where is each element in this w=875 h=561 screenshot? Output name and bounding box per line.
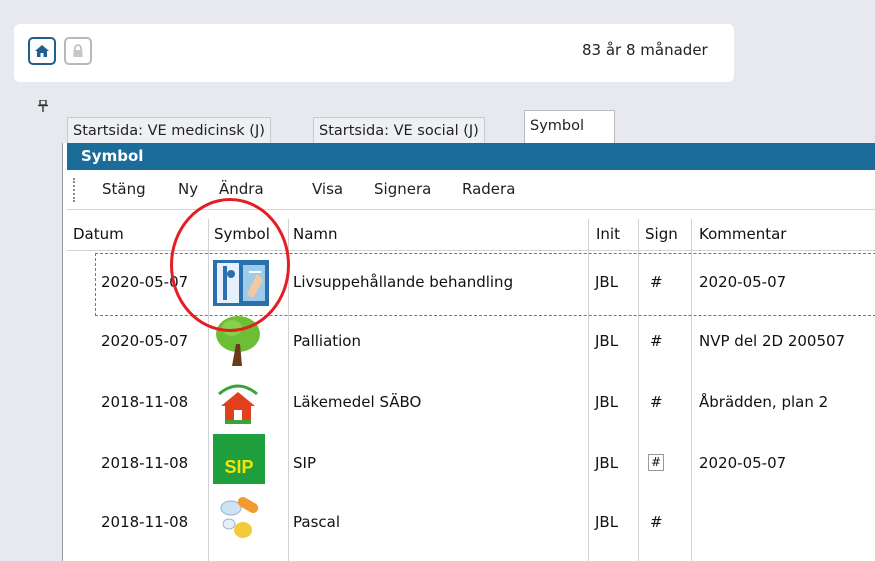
cell-init: JBL (595, 273, 619, 291)
cell-sign: # (648, 454, 665, 471)
sip-icon-text: SIP (224, 457, 254, 477)
top-bar: 83 år 8 månader (14, 24, 734, 82)
cell-name: Pascal (293, 513, 340, 531)
patient-age: 83 år 8 månader (582, 41, 708, 59)
home-icon (35, 45, 49, 57)
pills-icon (217, 494, 263, 548)
cell-sign: # (650, 513, 663, 531)
pin-icon[interactable] (38, 99, 48, 116)
cell-comment: 2020-05-07 (699, 273, 787, 291)
cell-sign: # (650, 393, 663, 411)
cell-comment: Åbrädden, plan 2 (699, 393, 829, 411)
tab-ve-social[interactable]: Startsida: VE social (J) (313, 117, 485, 143)
cell-date: 2018-11-08 (101, 513, 189, 531)
new-button[interactable]: Ny (178, 180, 198, 198)
edit-button[interactable]: Ändra (219, 180, 264, 198)
toolbar-grip[interactable] (73, 178, 75, 202)
view-button[interactable]: Visa (312, 180, 343, 198)
lock-button[interactable] (64, 37, 92, 65)
tab-symbol[interactable]: Symbol (524, 110, 615, 143)
cell-name: Palliation (293, 332, 361, 350)
tab-ve-medicinsk[interactable]: Startsida: VE medicinsk (J) (67, 117, 271, 143)
sip-icon: SIP (213, 434, 265, 484)
delete-button[interactable]: Radera (462, 180, 515, 198)
cell-name: SIP (293, 454, 316, 472)
sign-button[interactable]: Signera (374, 180, 431, 198)
cell-init: JBL (595, 393, 619, 411)
highlight-circle (170, 198, 290, 332)
symbol-panel: Symbol Stäng Ny Ändra Visa Signera Rader… (67, 143, 875, 561)
home-button[interactable] (28, 37, 56, 65)
cell-init: JBL (595, 454, 619, 472)
house-icon (215, 380, 261, 430)
column-header-datum[interactable]: Datum (73, 225, 124, 243)
column-header-sign[interactable]: Sign (645, 225, 678, 243)
column-header-namn[interactable]: Namn (293, 225, 338, 243)
column-header-kommentar[interactable]: Kommentar (699, 225, 786, 243)
cell-init: JBL (595, 332, 619, 350)
cell-sign: # (650, 273, 663, 291)
cell-name: Läkemedel SÄBO (293, 393, 422, 411)
close-button[interactable]: Stäng (102, 180, 146, 198)
cell-comment: NVP del 2D 200507 (699, 332, 846, 350)
cell-date: 2018-11-08 (101, 454, 189, 472)
cell-sign: # (650, 332, 663, 350)
cell-name: Livsuppehållande behandling (293, 273, 514, 291)
cell-comment: 2020-05-07 (699, 454, 787, 472)
lock-icon (73, 44, 83, 57)
cell-init: JBL (595, 513, 619, 531)
cell-date: 2018-11-08 (101, 393, 189, 411)
panel-title: Symbol (67, 143, 875, 170)
column-header-init[interactable]: Init (596, 225, 620, 243)
toolbar: Stäng Ny Ändra Visa Signera Radera (67, 170, 875, 210)
cell-date: 2020-05-07 (101, 332, 189, 350)
